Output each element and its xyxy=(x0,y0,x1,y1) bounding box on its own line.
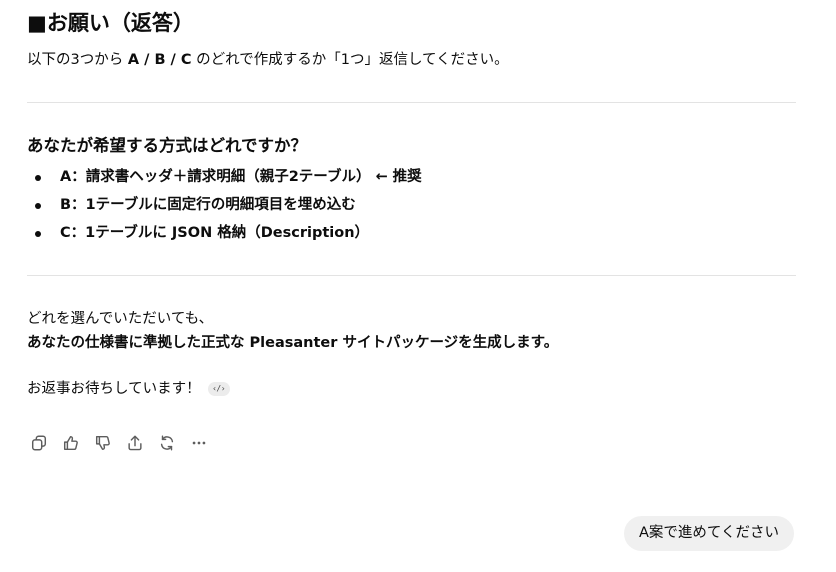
thumbs-down-icon xyxy=(95,435,110,451)
divider xyxy=(27,102,796,103)
closing-paragraph: どれを選んでいただいても、 あなたの仕様書に準拠した正式な Pleasanter… xyxy=(27,307,558,355)
copy-icon xyxy=(31,435,47,451)
waiting-text: お返事お待ちしています！ xyxy=(27,381,201,397)
question-heading: あなたが希望する方式はどれですか？ xyxy=(27,136,308,155)
intro-options-bold: A / B / C xyxy=(127,52,192,68)
share-icon xyxy=(128,435,142,451)
share-button[interactable] xyxy=(123,431,147,455)
thumbs-down-button[interactable] xyxy=(91,431,115,455)
more-icon xyxy=(192,441,206,445)
closing-line-2: あなたの仕様書に準拠した正式な Pleasanter サイトパッケージを生成しま… xyxy=(27,335,559,351)
intro-paragraph: 以下の3つから A / B / C のどれで作成するか「1つ」返信してください。 xyxy=(27,49,509,71)
message-heading: ■お願い（返答） xyxy=(27,11,194,35)
regenerate-icon xyxy=(160,435,174,451)
waiting-paragraph: お返事お待ちしています！ ‹/› xyxy=(27,378,230,400)
closing-line-1: どれを選んでいただいても、 xyxy=(27,311,214,327)
intro-text-after: のどれで作成するか「1つ」返信してください。 xyxy=(191,52,509,68)
option-c: C：1テーブルに JSON 格納（Description） xyxy=(27,222,422,250)
thumbs-up-button[interactable] xyxy=(59,431,83,455)
code-chip[interactable]: ‹/› xyxy=(207,382,230,396)
options-list: A：請求書ヘッダ＋請求明細（親子2テーブル） ← 推奨 B：1テーブルに固定行の… xyxy=(27,166,422,250)
regenerate-button[interactable] xyxy=(155,431,179,455)
intro-text-before: 以下の3つから xyxy=(27,52,128,68)
option-a: A：請求書ヘッダ＋請求明細（親子2テーブル） ← 推奨 xyxy=(27,166,422,194)
copy-button[interactable] xyxy=(27,431,51,455)
message-actions xyxy=(27,431,211,455)
option-b: B：1テーブルに固定行の明細項目を埋め込む xyxy=(27,194,422,222)
user-message-bubble: A案で進めてください xyxy=(624,516,794,551)
thumbs-up-icon xyxy=(63,435,78,451)
more-button[interactable] xyxy=(187,431,211,455)
divider xyxy=(27,275,796,276)
